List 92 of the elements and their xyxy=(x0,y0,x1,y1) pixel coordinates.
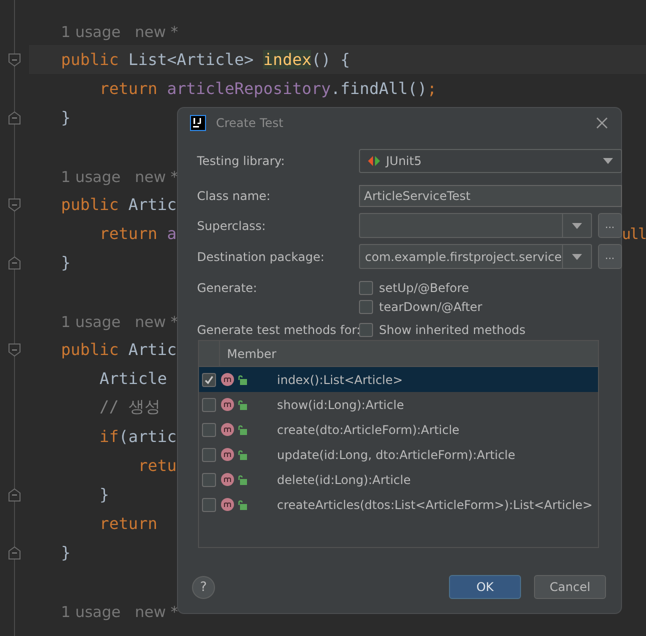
field-label: Generate: xyxy=(197,281,258,295)
code-token: retu xyxy=(137,456,177,475)
code-token: public xyxy=(61,340,119,359)
code-token: } xyxy=(61,108,71,127)
method-icon xyxy=(221,398,234,411)
code-token: List<Article> xyxy=(127,50,255,69)
code-token: } xyxy=(61,253,71,272)
column-header: Member xyxy=(226,346,278,362)
method-signature: create(dto:ArticleForm):Article xyxy=(277,422,460,436)
close-icon[interactable] xyxy=(595,116,609,130)
show-inherited-checkbox[interactable]: Show inherited methods xyxy=(359,323,622,337)
unlocked-icon xyxy=(238,424,247,434)
fold-icon[interactable] xyxy=(8,488,20,502)
member-checkbox[interactable] xyxy=(202,422,216,436)
dropdown-arrow-icon xyxy=(572,254,582,260)
dialog-title: Create Test xyxy=(216,116,284,130)
code-token: (artic xyxy=(118,427,177,446)
member-checkbox[interactable] xyxy=(202,448,216,462)
method-signature: createArticles(dtos:List<ArticleForm>):List<Article> xyxy=(277,498,593,512)
method-signature: index():List<Article> xyxy=(277,372,403,386)
code-token: ; xyxy=(427,79,437,98)
unlocked-icon xyxy=(238,474,247,484)
method-icon xyxy=(221,473,234,486)
superclass-field[interactable] xyxy=(359,213,592,238)
code-token: return xyxy=(98,79,158,98)
junit-icon xyxy=(368,156,380,166)
fold-icon[interactable] xyxy=(8,342,20,356)
member-checkbox[interactable] xyxy=(202,398,216,412)
ok-button[interactable]: OK xyxy=(449,575,521,599)
member-row[interactable]: show(id:Long):Article xyxy=(199,392,598,417)
destination-package-field[interactable]: com.example.firstproject.service xyxy=(359,244,592,269)
code-token: () { xyxy=(311,50,350,69)
usage-hint: 1 usage new * xyxy=(61,168,178,186)
generate-checkbox[interactable]: setUp/@Before xyxy=(359,281,622,295)
generate-checkbox[interactable]: tearDown/@After xyxy=(359,300,622,314)
member-row[interactable]: create(dto:ArticleForm):Article xyxy=(199,417,598,442)
code-token: articleRepository xyxy=(166,79,331,98)
method-signature: update(id:Long, dto:ArticleForm):Article xyxy=(277,448,516,462)
fold-icon[interactable] xyxy=(8,110,20,124)
usage-hint: 1 usage new * xyxy=(61,313,178,331)
help-button[interactable]: ? xyxy=(192,576,215,598)
member-row[interactable]: update(id:Long, dto:ArticleForm):Article xyxy=(199,442,598,467)
cancel-button[interactable]: Cancel xyxy=(534,575,606,599)
field-label: Testing library: xyxy=(197,154,286,168)
code-token: Artic xyxy=(127,195,177,214)
field-label: Superclass: xyxy=(197,218,267,232)
fold-icon[interactable] xyxy=(8,198,20,212)
member-row[interactable]: createArticles(dtos:List<ArticleForm>):List<Article> xyxy=(199,492,598,517)
field-label: Class name: xyxy=(197,189,272,203)
fold-icon[interactable] xyxy=(8,546,20,560)
code-token: Article xyxy=(98,369,167,388)
app-logo-icon xyxy=(190,115,206,131)
method-signature: show(id:Long):Article xyxy=(277,398,404,412)
member-checkbox[interactable] xyxy=(202,472,216,486)
fold-icon[interactable] xyxy=(8,52,20,66)
member-checkbox[interactable] xyxy=(202,498,216,512)
code-token: } xyxy=(98,485,110,504)
testing-library-dropdown[interactable]: JUnit5 xyxy=(359,149,622,173)
browse-button[interactable]: ... xyxy=(598,213,622,238)
code-comment: // 생성 xyxy=(98,397,160,418)
code-token: public xyxy=(61,195,119,214)
usage-hint: 1 usage new * xyxy=(61,603,178,621)
method-icon xyxy=(221,498,234,511)
dropdown-arrow-icon xyxy=(602,158,613,164)
code-token: return xyxy=(98,514,158,533)
member-checkbox[interactable] xyxy=(202,372,216,386)
code-token: if xyxy=(98,427,119,446)
unlocked-icon xyxy=(238,400,247,410)
dropdown-arrow-icon xyxy=(572,222,582,228)
usage-hint: 1 usage new * xyxy=(61,23,178,41)
method-icon xyxy=(221,373,234,386)
code-token: return xyxy=(98,224,158,243)
fold-icon[interactable] xyxy=(8,256,20,270)
member-row[interactable]: delete(id:Long):Article xyxy=(199,467,598,492)
code-token: index xyxy=(263,50,312,69)
method-icon xyxy=(221,423,234,436)
unlocked-icon xyxy=(238,500,247,510)
method-icon xyxy=(221,448,234,461)
field-label: Generate test methods for: xyxy=(197,323,359,337)
code-token: Artic xyxy=(127,340,177,359)
method-signature: delete(id:Long):Article xyxy=(277,472,411,486)
browse-button[interactable]: ... xyxy=(598,244,622,269)
code-token: .findAll() xyxy=(330,79,428,98)
member-row[interactable]: index():List<Article> xyxy=(199,367,598,392)
code-token: a xyxy=(166,224,177,243)
unlocked-icon xyxy=(238,450,247,460)
unlocked-icon xyxy=(238,374,247,384)
code-token: ull xyxy=(622,224,646,242)
class-name-field[interactable]: ArticleServiceTest xyxy=(359,185,622,207)
code-token: } xyxy=(61,543,71,562)
field-label: Destination package: xyxy=(197,250,326,264)
code-token: public xyxy=(61,50,119,69)
